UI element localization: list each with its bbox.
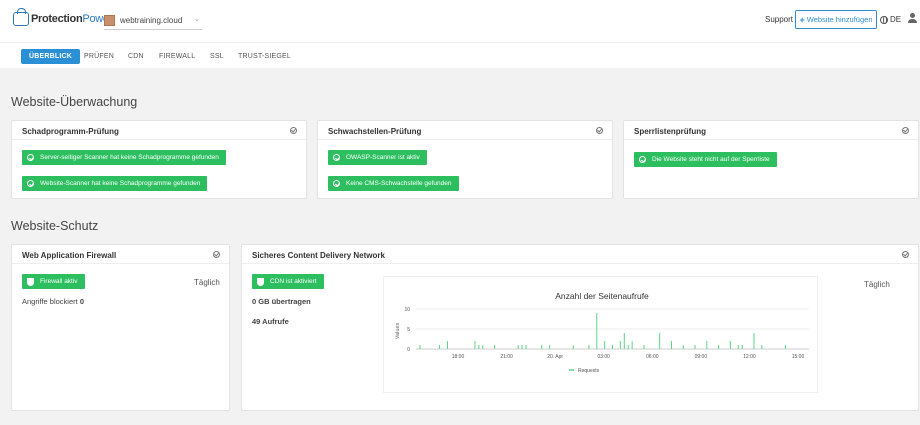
check-circle-icon: [333, 180, 340, 187]
status-pill: CDN ist aktiviert: [252, 274, 324, 289]
tab-cdn[interactable]: CDN: [128, 49, 144, 64]
section-title-monitoring: Website-Überwachung: [11, 95, 138, 109]
check-circle-icon: [639, 156, 646, 163]
tab-firewall[interactable]: FIREWALL: [159, 49, 195, 64]
status-pill: Die Website steht nicht auf der Sperrlis…: [634, 152, 777, 167]
attacks-blocked-value: 0: [79, 297, 84, 306]
status-pill: OWASP-Scanner ist aktiv: [328, 150, 427, 165]
cdn-requests: 49 Aufrufe: [252, 317, 289, 326]
x-tick-label: 15:00: [792, 354, 805, 360]
status-pill: Server-seitiger Scanner hat keine Schadp…: [22, 150, 226, 165]
support-link[interactable]: Support: [765, 15, 793, 24]
card-title: Sperrlistenprüfung: [634, 127, 707, 136]
site-selector-value: webtraining.cloud: [120, 15, 183, 25]
check-circle-icon: [27, 180, 34, 187]
logo-text-part1: Protection: [31, 13, 83, 25]
x-tick-label: 18:00: [452, 354, 465, 360]
x-tick-label: 09:00: [695, 354, 708, 360]
shopping-bag-icon: [13, 8, 29, 26]
legend-label: Requests: [578, 368, 600, 374]
y-tick-label: 0: [407, 347, 410, 353]
globe-icon: [880, 15, 888, 24]
check-circle-icon[interactable]: [902, 251, 909, 258]
tab-overview[interactable]: ÜBERBLICK: [21, 49, 81, 64]
x-tick-label: 06:00: [646, 354, 659, 360]
x-tick-label: 12:00: [743, 354, 756, 360]
chart-legend: Requests: [569, 368, 600, 374]
user-icon[interactable]: [908, 13, 918, 23]
add-website-button[interactable]: + Website hinzufügen: [795, 10, 877, 29]
chart-ylabel: Values: [395, 323, 401, 340]
check-circle-icon: [333, 154, 340, 161]
chart-svg: Anzahl der Seitenaufrufe Values 0 5 10 18:…: [395, 291, 809, 374]
tab-ssl[interactable]: SSL: [210, 49, 224, 64]
chevron-down-icon: ⌄: [194, 16, 200, 23]
x-tick-label: 20. Apr: [547, 354, 563, 360]
status-pill: Firewall aktiv: [22, 274, 85, 289]
frequency-label: Täglich: [864, 280, 890, 289]
status-pill: Website-Scanner hat keine Schadprogramme…: [22, 176, 208, 191]
card-title: Schwachstellen-Prüfung: [328, 127, 422, 136]
check-circle-icon[interactable]: [902, 127, 909, 134]
check-circle-icon[interactable]: [290, 127, 297, 134]
site-favicon-icon: [104, 14, 115, 26]
card-web-application-firewall: Web Application Firewall Firewall aktiv …: [11, 244, 230, 411]
add-website-label: Website hinzufügen: [806, 15, 873, 24]
tab-trust-seal[interactable]: TRUST-SIEGEL: [238, 49, 291, 64]
tab-check[interactable]: PRÜFEN: [84, 49, 114, 64]
cdn-transferred: 0 GB übertragen: [252, 297, 311, 306]
card-malware-check: Schadprogramm-Prüfung Server-seitiger Sc…: [11, 120, 307, 199]
nav-tabs: ÜBERBLICK PRÜFEN CDN FIREWALL SSL TRUST-…: [0, 42, 920, 68]
card-blacklist-check: Sperrlistenprüfung Die Website steht nic…: [623, 120, 919, 199]
x-tick-label: 21:00: [500, 354, 513, 360]
shield-icon: [27, 277, 34, 286]
frequency-label: Täglich: [194, 278, 220, 287]
card-title: Sicheres Content Delivery Network: [252, 251, 385, 260]
site-selector[interactable]: webtraining.cloud ⌄: [104, 11, 202, 30]
check-circle-icon: [27, 154, 34, 161]
top-bar: Protection Power webtraining.cloud ⌄ Sup…: [0, 0, 920, 42]
card-vulnerability-check: Schwachstellen-Prüfung OWASP-Scanner ist…: [317, 120, 613, 199]
y-tick-label: 5: [407, 327, 410, 333]
check-circle-icon[interactable]: [213, 251, 220, 258]
check-circle-icon[interactable]: [596, 127, 603, 134]
logo[interactable]: Protection Power: [13, 8, 112, 26]
shield-icon: [257, 277, 264, 286]
chart-title: Anzahl der Seitenaufrufe: [555, 291, 649, 301]
status-pill: Keine CMS-Schwachstelle gefunden: [328, 176, 459, 191]
section-title-protection: Website-Schutz: [11, 219, 99, 233]
page-views-chart: Anzahl der Seitenaufrufe Values 0 5 10 18:…: [383, 276, 818, 393]
language-selector[interactable]: DE: [880, 15, 901, 24]
attacks-blocked: Angriffe blockiert 0: [22, 297, 84, 306]
language-label: DE: [890, 15, 902, 24]
card-title: Web Application Firewall: [22, 251, 117, 260]
plus-icon: +: [799, 14, 805, 25]
card-title: Schadprogramm-Prüfung: [22, 127, 119, 136]
x-tick-label: 03:00: [597, 354, 610, 360]
y-tick-label: 10: [404, 307, 410, 313]
